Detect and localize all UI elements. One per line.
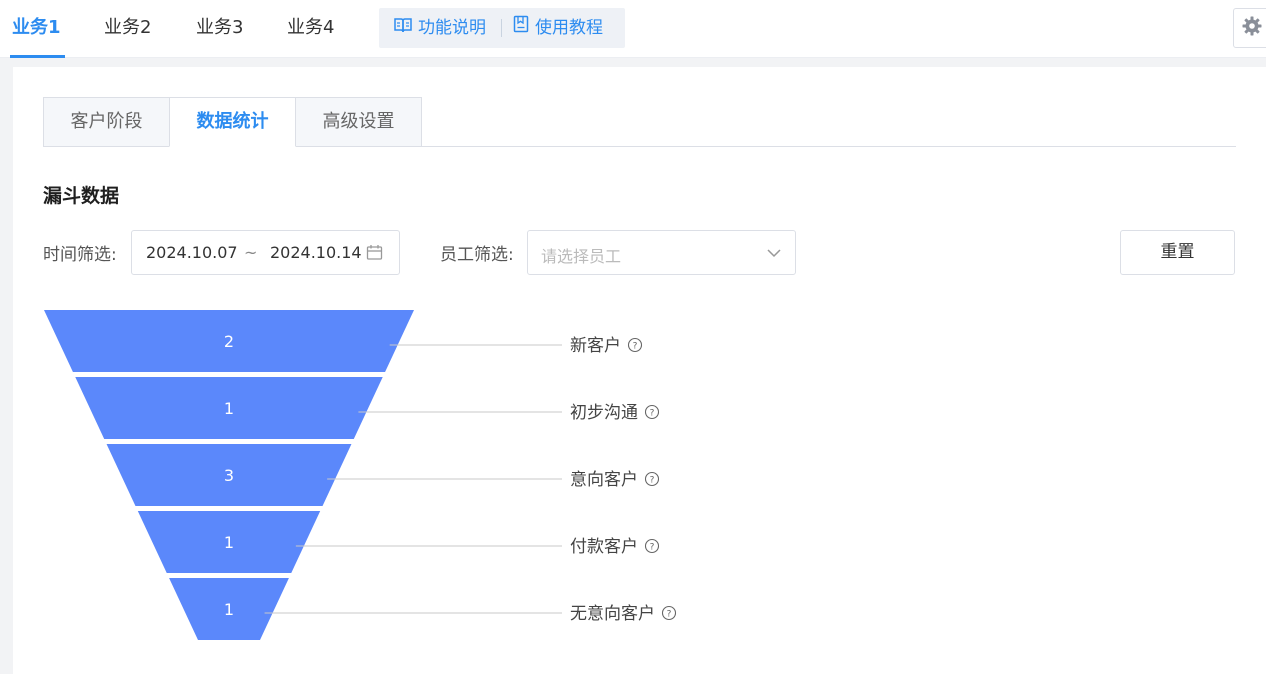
staff-select-placeholder: 请选择员工 (541, 247, 622, 266)
top-tab-business-3[interactable]: 业务3 (196, 0, 243, 58)
settings-button[interactable] (1233, 8, 1266, 48)
help-links-divider (501, 19, 502, 37)
date-separator: ~ (244, 243, 258, 262)
staff-filter-label: 员工筛选: (440, 245, 514, 265)
question-circle-icon[interactable]: ? (644, 471, 660, 487)
bookmark-icon (513, 8, 529, 48)
svg-text:?: ? (667, 610, 672, 620)
tab-advanced-settings[interactable]: 高级设置 (295, 97, 422, 147)
feature-description-link[interactable]: 功能说明 (394, 8, 486, 48)
funnel-stage-label: 初步沟通 (570, 403, 638, 423)
chevron-down-icon (766, 245, 782, 265)
funnel-segment-value: 1 (224, 533, 234, 552)
svg-text:?: ? (633, 342, 638, 352)
svg-text:?: ? (650, 543, 655, 553)
date-end: 2024.10.14 (270, 243, 362, 262)
funnel-segment-value: 3 (224, 466, 234, 485)
funnel-stage-label: 无意向客户 (570, 604, 655, 624)
svg-text:?: ? (650, 476, 655, 486)
funnel-segment-value: 2 (224, 332, 234, 351)
reset-button[interactable]: 重置 (1120, 230, 1235, 275)
question-circle-icon[interactable]: ? (644, 404, 660, 420)
section-title: 漏斗数据 (43, 185, 120, 207)
tutorial-label: 使用教程 (535, 18, 603, 38)
funnel-stage-label: 新客户 (570, 336, 621, 356)
tab-customer-stage[interactable]: 客户阶段 (43, 97, 170, 147)
top-tab-business-4[interactable]: 业务4 (287, 0, 334, 58)
top-tab-business-2[interactable]: 业务2 (104, 0, 151, 58)
time-filter-label: 时间筛选: (43, 245, 117, 265)
gear-icon (1242, 16, 1262, 40)
funnel-segment-value: 1 (224, 600, 234, 619)
tutorial-link[interactable]: 使用教程 (513, 8, 603, 48)
funnel-chart: 2 新客户 ? 1 初步沟通 ? 3 意向客户 ? 1 付款客户 ? 1 无意向客户? (44, 310, 677, 640)
staff-select[interactable]: 请选择员工 (527, 230, 796, 275)
tab-data-statistics[interactable]: 数据统计 (169, 97, 296, 147)
top-navigation-bar: 业务1 业务2 业务3 业务4 功能说明 使用教程 (0, 0, 1266, 58)
feature-description-label: 功能说明 (418, 18, 486, 38)
svg-text:?: ? (650, 409, 655, 419)
book-open-icon (394, 8, 412, 48)
question-circle-icon[interactable]: ? (661, 605, 677, 621)
date-start: 2024.10.07 (146, 243, 238, 262)
date-range-picker[interactable]: 2024.10.07 ~ 2024.10.14 (131, 230, 400, 275)
top-tab-business-1[interactable]: 业务1 (10, 0, 65, 58)
help-links-box: 功能说明 使用教程 (379, 8, 625, 48)
funnel-stage-label: 意向客户 (570, 470, 638, 490)
calendar-icon (366, 244, 383, 265)
question-circle-icon[interactable]: ? (627, 337, 643, 353)
funnel-stage-label: 付款客户 (570, 537, 638, 557)
question-circle-icon[interactable]: ? (644, 538, 660, 554)
funnel-segment-value: 1 (224, 399, 234, 418)
